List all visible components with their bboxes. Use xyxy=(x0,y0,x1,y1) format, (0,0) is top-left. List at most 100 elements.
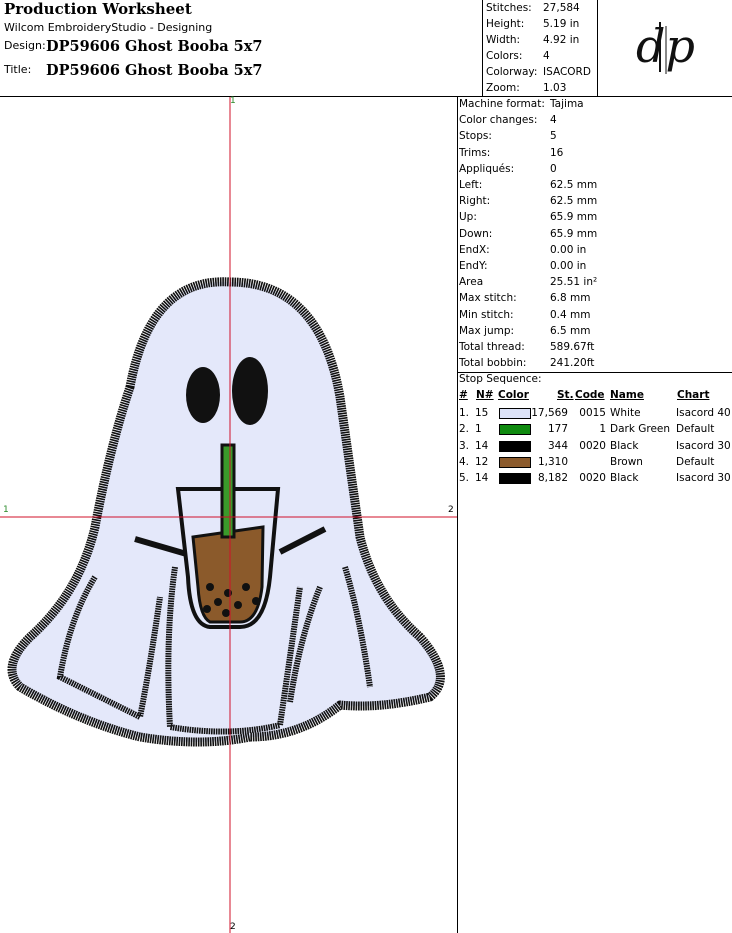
property-value: 5 xyxy=(550,130,557,143)
property-value: 16 xyxy=(550,146,564,159)
summary-row: Width: 4.92 in xyxy=(486,32,579,48)
summary-label: Zoom: xyxy=(486,82,520,94)
stop-idx: 2. xyxy=(459,423,470,436)
stop-stitches: 17,569 xyxy=(531,407,568,419)
property-value: 0.00 in xyxy=(550,260,587,272)
summary-value: 4.92 in xyxy=(543,34,580,46)
marker-bottom: 2 xyxy=(230,922,236,932)
color-swatch xyxy=(499,473,531,485)
col-n: N# xyxy=(476,389,494,401)
marker-right: 2 xyxy=(448,505,454,515)
property-row: Total bobbin: 241.20ft xyxy=(459,355,729,371)
property-label: Trims: xyxy=(459,146,491,159)
stop-chart: Isacord 40 xyxy=(676,407,731,419)
property-label: EndY: xyxy=(459,260,488,272)
property-row: Down: 65.9 mm xyxy=(459,226,729,242)
property-row: Stops: 5 xyxy=(459,128,729,144)
stop-code: 0020 xyxy=(579,472,606,485)
property-row: Total thread: 589.67ft xyxy=(459,339,729,355)
property-label: Down: xyxy=(459,227,493,240)
summary-label: Stitches: xyxy=(486,2,532,14)
property-label: Left: xyxy=(459,179,483,191)
property-row: Color changes: 4 xyxy=(459,112,729,128)
stop-idx: 4. xyxy=(459,455,470,468)
property-row: EndX: 0.00 in xyxy=(459,242,729,258)
property-value: 62.5 mm xyxy=(550,195,598,208)
property-row: EndY: 0.00 in xyxy=(459,258,729,274)
summary-value: ISACORD xyxy=(543,66,591,78)
dp-logo-text: dp xyxy=(636,19,695,73)
property-row: Machine format: Tajima xyxy=(459,96,729,112)
property-label: Stops: xyxy=(459,130,492,143)
marker-top: 1 xyxy=(230,96,236,106)
stop-chart: Default xyxy=(676,423,715,436)
property-label: Total bobbin: xyxy=(459,357,527,370)
stop-stitches: 177 xyxy=(547,423,568,436)
header-divider-left xyxy=(482,0,483,96)
property-label: EndX: xyxy=(459,243,490,256)
stop-color-name: White xyxy=(610,407,641,419)
property-row: Trims: 16 xyxy=(459,145,729,161)
software-subtitle: Wilcom EmbroideryStudio - Designing xyxy=(4,21,213,34)
property-row: Area 25.51 in² xyxy=(459,274,729,290)
col-color: Color xyxy=(498,389,529,401)
stop-stitches: 8,182 xyxy=(537,472,568,485)
stop-n: 15 xyxy=(475,407,489,419)
stop-row: 3. 14 344 0020 Black Isacord 30 xyxy=(459,438,731,454)
summary-label: Colorway: xyxy=(486,66,538,78)
summary-row: Colorway: ISACORD xyxy=(486,64,591,80)
property-row: Up: 65.9 mm xyxy=(459,209,729,225)
property-value: 4 xyxy=(550,114,557,127)
property-value: 0.00 in xyxy=(550,243,587,256)
design-canvas xyxy=(0,97,457,933)
summary-label: Height: xyxy=(486,18,525,30)
ghost-design xyxy=(7,277,445,747)
stop-stitches: 1,310 xyxy=(537,455,568,468)
color-swatch xyxy=(499,456,531,468)
summary-row: Height: 5.19 in xyxy=(486,16,579,32)
dp-logo-icon: dp xyxy=(636,19,695,74)
col-idx: # xyxy=(459,389,468,401)
property-row: Max stitch: 6.8 mm xyxy=(459,290,729,306)
stop-chart: Isacord 30 xyxy=(676,439,731,452)
property-value: 6.5 mm xyxy=(550,324,591,337)
summary-row: Stitches: 27,584 xyxy=(486,0,580,16)
panel-divider xyxy=(457,96,458,933)
stop-color-name: Black xyxy=(610,472,639,485)
col-st: St. xyxy=(557,389,574,401)
stop-chart: Isacord 30 xyxy=(676,472,731,485)
property-value: 241.20ft xyxy=(550,357,595,370)
property-label: Up: xyxy=(459,211,477,224)
property-row: Left: 62.5 mm xyxy=(459,177,729,193)
stop-color-name: Brown xyxy=(610,455,643,468)
stop-n: 1 xyxy=(475,423,482,436)
property-value: 589.67ft xyxy=(550,341,595,353)
stop-n: 12 xyxy=(475,455,489,468)
property-value: 0 xyxy=(550,162,557,175)
stop-row: 1. 15 17,569 0015 White Isacord 40 xyxy=(459,405,731,421)
property-label: Min stitch: xyxy=(459,308,514,321)
worksheet-title: Production Worksheet xyxy=(4,0,192,18)
stop-row: 5. 14 8,182 0020 Black Isacord 30 xyxy=(459,470,731,486)
stop-color-name: Black xyxy=(610,439,639,452)
property-row: Appliqués: 0 xyxy=(459,161,729,177)
stop-code: 0020 xyxy=(579,439,606,452)
stop-stitches: 344 xyxy=(547,439,568,452)
stop-color-name: Dark Green xyxy=(610,423,671,436)
summary-row: Colors: 4 xyxy=(486,48,550,64)
property-value: 25.51 in² xyxy=(550,276,598,289)
color-swatch xyxy=(499,408,531,419)
ghost-eye-right xyxy=(232,357,268,425)
property-row: Max jump: 6.5 mm xyxy=(459,323,729,339)
property-label: Max jump: xyxy=(459,324,515,337)
color-swatch xyxy=(499,424,531,436)
stop-idx: 5. xyxy=(459,472,470,485)
dp-logo: dp xyxy=(630,14,700,78)
summary-value: 4 xyxy=(543,50,550,62)
summary-row: Zoom: 1.03 xyxy=(486,80,566,96)
summary-label: Colors: xyxy=(486,50,523,62)
summary-label: Width: xyxy=(486,34,521,46)
stop-chart: Default xyxy=(676,455,715,468)
marker-left: 1 xyxy=(3,505,9,515)
property-label: Color changes: xyxy=(459,114,538,127)
